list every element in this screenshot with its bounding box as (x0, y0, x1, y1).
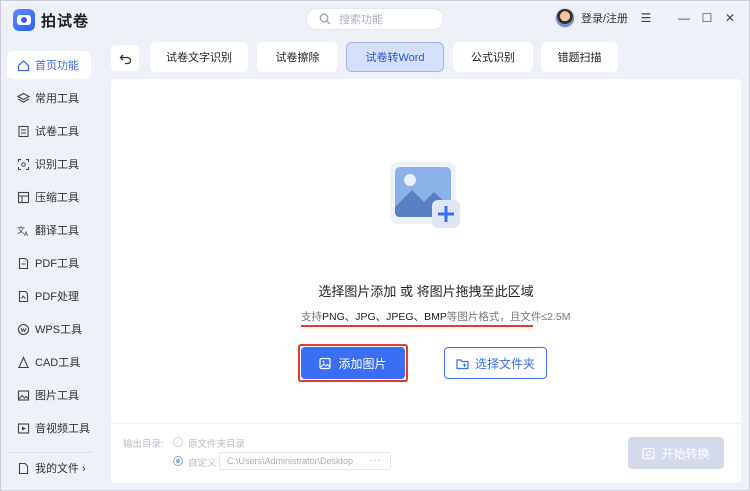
maximize-icon[interactable]: ☐ (700, 11, 714, 25)
image-upload-icon (390, 162, 460, 228)
output-path-field[interactable]: C:\Users\Administrator\Desktop ··· (219, 452, 391, 470)
supported-formats-note: 支持PNG、JPG、JPEG、BMP等图片格式，且文件≤2.5M (301, 309, 570, 324)
pdf-icon (18, 257, 29, 269)
sidebar-divider (9, 452, 93, 453)
app-logo-icon (13, 9, 35, 31)
close-icon[interactable]: ✕ (723, 11, 737, 25)
image-icon (17, 389, 30, 401)
minimize-icon[interactable]: — (677, 11, 691, 25)
select-folder-button[interactable]: 选择文件夹 (444, 347, 547, 379)
tab-exam-text-recognition[interactable]: 试卷文字识别 (150, 42, 248, 72)
sidebar-item-label: PDF工具 (35, 258, 79, 270)
browse-path-button[interactable]: ··· (369, 455, 382, 466)
tab-exam-erase[interactable]: 试卷擦除 (257, 42, 338, 72)
sidebar-item-label: WPS工具 (35, 324, 83, 336)
formats-highlight-underline (301, 325, 533, 327)
translate-icon: 文A (17, 225, 29, 237)
sidebar-item-compress-tools[interactable]: 压缩工具 (7, 183, 91, 211)
search-input[interactable]: 搜索功能 (306, 8, 444, 30)
radio-custom-folder[interactable] (173, 456, 183, 466)
app-title: 拍试卷 (41, 12, 90, 30)
user-login[interactable]: 登录/注册 (555, 8, 628, 28)
folder-add-icon (456, 358, 469, 369)
sidebar-item-wps-tools[interactable]: WPS工具 (7, 315, 91, 343)
sidebar-item-label: 音视频工具 (35, 423, 90, 435)
cad-icon (18, 355, 29, 368)
sidebar-item-image-tools[interactable]: 图片工具 (7, 381, 91, 409)
home-icon (17, 59, 30, 71)
output-path-value: C:\Users\Administrator\Desktop (227, 456, 354, 466)
sidebar-item-media-tools[interactable]: 音视频工具 (7, 414, 91, 442)
scan-icon (17, 158, 30, 170)
tab-error-scan[interactable]: 错题扫描 (541, 42, 618, 72)
option-custom-label: 自定义 (188, 458, 217, 469)
sidebar-item-label: 识别工具 (35, 159, 79, 171)
support-suffix: 等图片格式，且文件≤2.5M (446, 311, 571, 323)
convert-icon (642, 447, 656, 459)
sidebar-item-label: 试卷工具 (35, 126, 79, 138)
search-placeholder: 搜索功能 (339, 14, 383, 26)
login-register-link[interactable]: 登录/注册 (581, 10, 628, 26)
sidebar-item-common-tools[interactable]: 常用工具 (7, 84, 91, 112)
sidebar-item-label: CAD工具 (35, 357, 81, 369)
support-formats: PNG、JPG、JPEG、BMP (322, 311, 447, 323)
wps-icon (17, 323, 30, 335)
sidebar-item-label: 图片工具 (35, 390, 79, 402)
sidebar-item-label: 我的文件 › (35, 463, 86, 475)
layers-icon (17, 92, 30, 103)
title-bar: 拍试卷 搜索功能 登录/注册 ☰ — ☐ ✕ (1, 1, 749, 37)
app-logo: 拍试卷 (13, 9, 89, 31)
sidebar-item-cad-tools[interactable]: CAD工具 (7, 348, 91, 376)
start-convert-button[interactable]: 开始转换 (628, 437, 724, 469)
pdf-process-icon (18, 290, 29, 302)
add-image-label: 添加图片 (338, 356, 387, 371)
search-icon (319, 13, 331, 25)
tab-formula-recognition[interactable]: 公式识别 (453, 42, 533, 72)
sidebar-item-home[interactable]: 首页功能 (7, 51, 91, 79)
start-convert-label: 开始转换 (661, 446, 710, 461)
radio-source-folder[interactable] (173, 437, 183, 447)
drop-zone-title: 选择图片添加 或 将图片拖拽至此区域 (318, 284, 534, 299)
sidebar-item-label: 压缩工具 (35, 192, 79, 204)
sidebar-item-label: PDF处理 (35, 291, 79, 303)
support-prefix: 支持 (301, 311, 322, 323)
sidebar-item-translate-tools[interactable]: 文A 翻译工具 (7, 216, 91, 244)
avatar[interactable] (555, 8, 575, 28)
output-settings: 输出目录: 原文件夹目录 自定义 C:\Users\Administrator\… (111, 423, 741, 483)
tab-exam-to-word[interactable]: 试卷转Word (346, 42, 444, 72)
select-folder-label: 选择文件夹 (474, 356, 535, 371)
option-source-folder-label: 原文件夹目录 (188, 439, 246, 450)
add-image-button[interactable]: 添加图片 (301, 347, 405, 379)
sidebar-item-my-files[interactable]: 我的文件 › (7, 454, 91, 482)
compress-icon (17, 191, 30, 203)
image-add-icon (319, 357, 332, 369)
svg-text:A: A (24, 231, 29, 237)
upload-panel[interactable]: 选择图片添加 或 将图片拖拽至此区域 支持PNG、JPG、JPEG、BMP等图片… (111, 79, 741, 483)
output-dir-label: 输出目录: (123, 439, 164, 450)
sidebar-item-pdf-process[interactable]: PDF处理 (7, 282, 91, 310)
back-arrow-icon (119, 54, 131, 64)
back-button[interactable] (111, 45, 139, 71)
sidebar-item-pdf-tools[interactable]: PDF工具 (7, 249, 91, 277)
sidebar-item-label: 翻译工具 (35, 225, 79, 237)
document-icon (18, 125, 29, 137)
sidebar-item-label: 首页功能 (35, 60, 79, 72)
sidebar-item-recognition-tools[interactable]: 识别工具 (7, 150, 91, 178)
file-icon (18, 462, 29, 474)
media-icon (17, 422, 30, 434)
sidebar-item-label: 常用工具 (35, 93, 79, 105)
app-window: 拍试卷 搜索功能 登录/注册 ☰ — ☐ ✕ 首页功能 常用工具 试卷工具 识别… (0, 0, 750, 491)
menu-icon[interactable]: ☰ (639, 11, 653, 25)
sidebar-item-exam-tools[interactable]: 试卷工具 (7, 117, 91, 145)
sidebar: 首页功能 常用工具 试卷工具 识别工具 压缩工具 文A 翻译工具 PDF工具 P (1, 45, 101, 491)
